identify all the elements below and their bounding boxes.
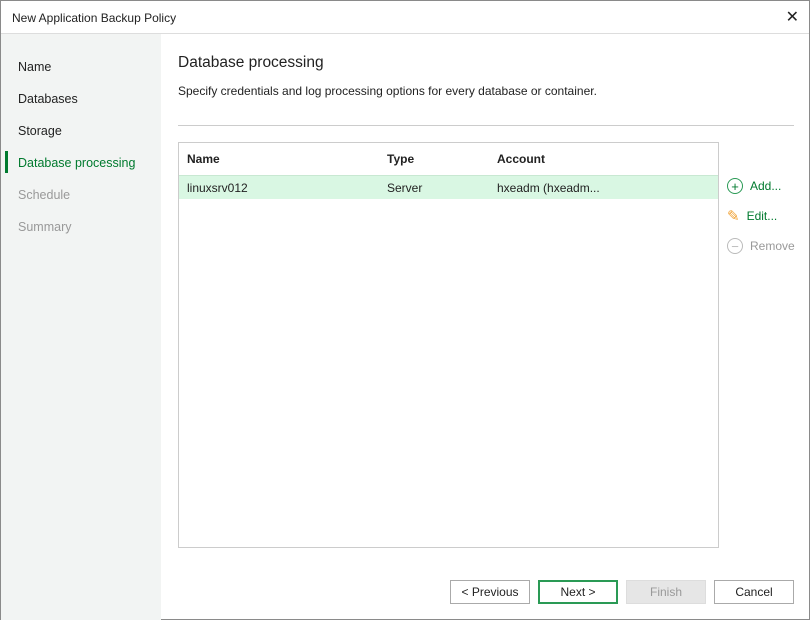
table-row[interactable]: linuxsrv012 Server hxeadm (hxeadm... <box>179 175 718 199</box>
add-label: Add... <box>750 179 781 193</box>
page-description: Specify credentials and log processing o… <box>178 84 597 98</box>
sidebar-item-summary: Summary <box>18 220 71 234</box>
next-button[interactable]: Next > <box>538 580 618 604</box>
sidebar <box>1 34 161 620</box>
add-button[interactable]: + Add... <box>727 178 781 194</box>
sidebar-item-name[interactable]: Name <box>18 60 51 74</box>
window-title: New Application Backup Policy <box>12 11 176 25</box>
active-step-indicator <box>5 151 8 173</box>
page-title: Database processing <box>178 54 324 72</box>
cancel-button[interactable]: Cancel <box>714 580 794 604</box>
plus-circle-icon: + <box>727 178 743 194</box>
edit-button[interactable]: ✎ Edit... <box>727 207 777 225</box>
database-table[interactable]: Name Type Account linuxsrv012 Server hxe… <box>178 142 719 548</box>
remove-label: Remove <box>750 239 795 253</box>
previous-button[interactable]: < Previous <box>450 580 530 604</box>
sidebar-item-database-processing[interactable]: Database processing <box>18 156 135 170</box>
column-header-account[interactable]: Account <box>497 152 545 166</box>
wizard-window: New Application Backup Policy ✕ Name Dat… <box>0 0 810 620</box>
remove-button: −Remove <box>727 238 795 254</box>
sidebar-item-databases[interactable]: Databases <box>18 92 78 106</box>
close-icon[interactable]: ✕ <box>786 7 799 27</box>
edit-label: Edit... <box>747 209 778 223</box>
cell-account: hxeadm (hxeadm... <box>497 181 600 195</box>
column-header-type[interactable]: Type <box>387 152 414 166</box>
sidebar-item-schedule: Schedule <box>18 188 70 202</box>
cell-type: Server <box>387 181 422 195</box>
cell-name: linuxsrv012 <box>187 181 248 195</box>
title-bar: New Application Backup Policy ✕ <box>1 1 809 34</box>
column-header-name[interactable]: Name <box>187 152 220 166</box>
minus-circle-icon: − <box>727 238 743 254</box>
sidebar-item-storage[interactable]: Storage <box>18 124 62 138</box>
pencil-icon: ✎ <box>727 207 740 225</box>
finish-button: Finish <box>626 580 706 604</box>
divider <box>178 125 794 126</box>
